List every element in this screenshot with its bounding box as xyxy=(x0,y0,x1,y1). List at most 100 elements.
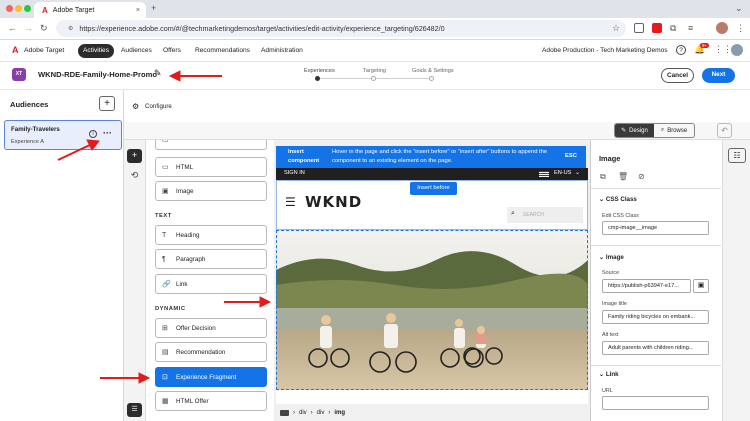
escape-button[interactable]: ESC xyxy=(565,153,577,159)
divider xyxy=(591,365,721,366)
more-options-icon[interactable]: ··· xyxy=(103,128,112,138)
adobe-logo-icon[interactable]: A xyxy=(12,45,19,55)
configure-link[interactable]: Configure xyxy=(145,103,172,110)
element-breadcrumb: › div › div › img xyxy=(280,408,345,418)
hamburger-menu-icon[interactable]: ☰ xyxy=(285,195,296,209)
css-class-input[interactable]: cmp-image__image xyxy=(602,221,709,235)
component-html[interactable]: ▭ HTML xyxy=(155,157,267,177)
nav-audiences[interactable]: Audiences xyxy=(116,44,157,58)
notification-badge: 9+ xyxy=(700,43,710,48)
image-picker-icon[interactable]: ▣ xyxy=(693,279,709,293)
component-html-offer[interactable]: ▦ HTML Offer xyxy=(155,391,267,411)
link-section[interactable]: ⌄ Link xyxy=(599,371,619,378)
hero-image-family-bicycles[interactable] xyxy=(276,230,588,390)
component-offer-decision[interactable]: ⊞ Offer Decision xyxy=(155,318,267,338)
properties-settings-icon[interactable]: ☷ xyxy=(728,148,746,163)
help-icon[interactable]: ? xyxy=(676,45,686,55)
step-targeting[interactable]: Targeting xyxy=(363,68,386,74)
nav-activities[interactable]: Activities xyxy=(78,44,115,58)
configure-gear-icon[interactable]: ⚙ xyxy=(132,102,139,111)
site-info-icon[interactable]: ⚙ xyxy=(68,25,73,32)
add-component-icon[interactable]: + xyxy=(127,149,142,163)
breadcrumb-div[interactable]: div xyxy=(317,410,325,416)
browse-toggle[interactable]: ⌕ Browse xyxy=(654,124,694,137)
bookmark-star-icon[interactable]: ☆ xyxy=(612,24,620,33)
component-experience-fragment[interactable]: ⊡ Experience Fragment xyxy=(155,367,267,387)
language-selector[interactable]: EN-US xyxy=(554,170,571,176)
component-link[interactable]: 🔗 Link xyxy=(155,274,267,294)
alt-text-label: Alt text xyxy=(602,332,619,338)
cancel-button[interactable]: Cancel xyxy=(661,68,694,83)
edit-name-pencil-icon[interactable]: ✎ xyxy=(154,68,162,79)
text-section-title: TEXT xyxy=(155,213,172,219)
insert-component-notice: Insert component Hover in the page and c… xyxy=(276,146,586,168)
css-class-section[interactable]: ⌄ CSS Class xyxy=(599,196,637,203)
close-window-icon[interactable] xyxy=(6,5,13,12)
next-button[interactable]: Next xyxy=(702,68,735,83)
url-input[interactable] xyxy=(602,396,709,410)
image-title-input[interactable]: Family riding bicycles on embank... xyxy=(602,310,709,324)
nav-administration[interactable]: Administration xyxy=(256,44,308,58)
adobe-extension-icon[interactable] xyxy=(652,23,662,33)
maximize-window-icon[interactable] xyxy=(24,5,31,12)
profile-avatar[interactable] xyxy=(716,22,728,34)
hide-eye-icon[interactable]: ⊘ xyxy=(638,173,645,181)
heading-icon: T xyxy=(162,232,167,239)
step-experiences[interactable]: Experiences xyxy=(304,68,335,74)
minimize-window-icon[interactable] xyxy=(15,5,22,12)
delete-trash-icon[interactable]: 🗑 xyxy=(618,173,628,181)
nav-recommendations[interactable]: Recommendations xyxy=(190,44,255,58)
app-name[interactable]: Adobe Target xyxy=(24,47,64,54)
search-icon: ⌕ xyxy=(511,210,515,217)
info-icon[interactable]: i xyxy=(89,130,97,138)
design-toggle[interactable]: ✎ Design xyxy=(615,124,655,137)
component-recommendation[interactable]: ▤ Recommendation xyxy=(155,342,267,362)
extensions-puzzle-icon[interactable]: ⧉ xyxy=(670,24,676,33)
url-field[interactable]: ⚙ https://experience.adobe.com/#/@techma… xyxy=(56,20,626,37)
breadcrumb-div[interactable]: div xyxy=(299,410,307,416)
experience-fragment-icon: ⊡ xyxy=(162,374,168,381)
design-browse-toggle: ✎ Design ⌕ Browse xyxy=(614,123,695,138)
site-search-field[interactable]: ⌕ SEARCH xyxy=(507,207,583,223)
tool-column: + ⟲ ☰ xyxy=(124,140,146,421)
org-switcher[interactable]: Adobe Production - Tech Marketing Demos xyxy=(542,47,668,54)
audience-card[interactable]: Family-Travelers Experience A i ··· xyxy=(4,120,122,150)
image-section[interactable]: ⌄ Image xyxy=(599,254,624,261)
sign-in-link[interactable]: SIGN IN xyxy=(284,170,305,176)
source-input[interactable]: https://publish-p63947-e17... xyxy=(602,279,691,293)
browser-menu-icon[interactable]: ⋮ xyxy=(736,24,745,33)
user-avatar[interactable] xyxy=(731,44,743,56)
reload-icon[interactable]: ↻ xyxy=(40,24,48,33)
component-paragraph[interactable]: ¶ Paragraph xyxy=(155,249,267,269)
forward-icon[interactable]: → xyxy=(24,24,33,33)
media-control-icon[interactable]: ≡ xyxy=(688,24,693,33)
divider xyxy=(591,188,721,189)
chevron-down-icon: ⌄ xyxy=(599,254,606,261)
close-tab-icon[interactable]: × xyxy=(136,7,140,14)
nav-offers[interactable]: Offers xyxy=(158,44,186,58)
duplicate-icon[interactable]: ⧉ xyxy=(600,173,606,181)
browser-tab[interactable]: A Adobe Target × xyxy=(34,2,146,18)
page-icon xyxy=(280,410,289,416)
alt-text-input[interactable]: Adult parents with children riding... xyxy=(602,341,709,355)
step-dot xyxy=(429,76,434,81)
tab-menu-icon[interactable]: ⌄ xyxy=(735,4,743,13)
new-tab-icon[interactable]: + xyxy=(151,4,156,13)
component-heading[interactable]: T Heading xyxy=(155,225,267,245)
url-label: URL xyxy=(602,388,613,394)
component-image[interactable]: ▣ Image xyxy=(155,181,267,201)
breadcrumb-img[interactable]: img xyxy=(334,410,345,416)
add-audience-button[interactable]: + xyxy=(99,96,115,111)
undo-icon[interactable]: ↶ xyxy=(717,123,732,138)
history-icon[interactable]: ⟲ xyxy=(127,169,142,183)
layers-icon[interactable]: ☰ xyxy=(127,403,142,417)
paragraph-icon: ¶ xyxy=(162,256,166,263)
component-partial[interactable]: ▭ xyxy=(155,140,267,150)
apps-grid-icon[interactable]: ⋮⋮ xyxy=(714,45,732,54)
adobe-logo-icon: A xyxy=(42,5,48,15)
insert-before-button[interactable]: Insert before xyxy=(410,182,457,195)
html-icon: ▭ xyxy=(162,164,169,171)
back-icon[interactable]: ← xyxy=(8,24,17,33)
extension-icon[interactable] xyxy=(634,23,644,33)
step-goals-settings[interactable]: Goals & Settings xyxy=(412,68,454,74)
